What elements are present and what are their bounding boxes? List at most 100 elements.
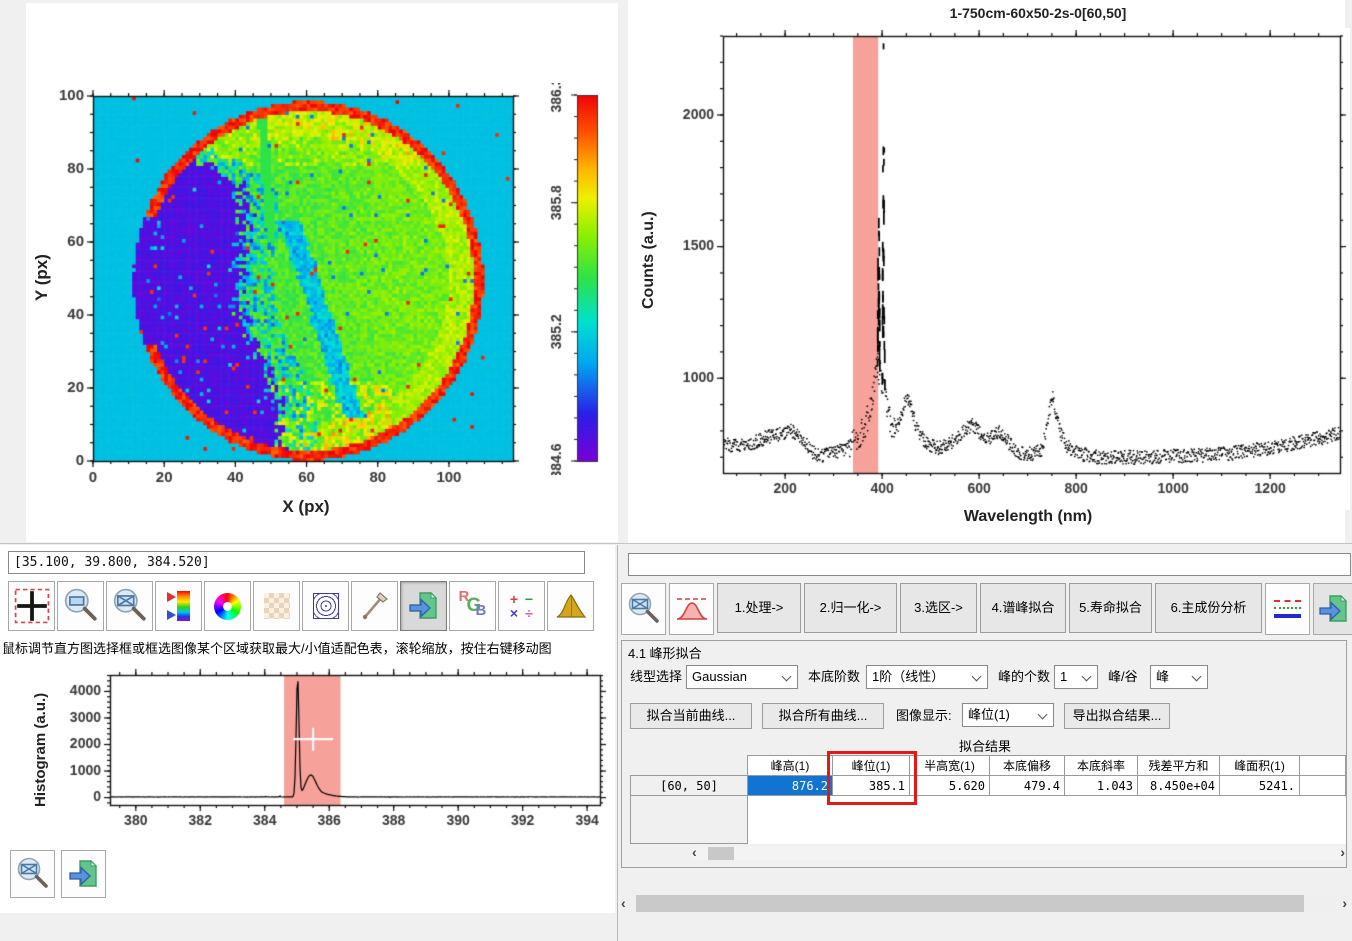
column-header[interactable]: 残差平方和 [1138, 756, 1220, 776]
peak-valley-select[interactable]: 峰 [1150, 665, 1208, 689]
zoom-region-icon [63, 588, 99, 624]
zoom-reset-button[interactable] [106, 581, 153, 631]
display-mode-select[interactable]: 峰位(1) [962, 703, 1054, 727]
toolbar-hint-text: 鼠标调节直方图选择框或框选图像某个区域获取最大/小值适配色表，滚轮缩放，按住右键… [2, 638, 614, 657]
section-title: 4.1 峰形拟合 [628, 643, 702, 662]
surface-3d-button[interactable] [547, 581, 594, 631]
display-mode-value: 峰位(1) [968, 707, 1010, 722]
app-window: Y (px) X (px) 1-750cm-60x50-2s-0[60,50] … [0, 0, 1352, 941]
panel-scrollbar[interactable]: ‹ › [621, 895, 1347, 912]
table-cell-empty [1300, 776, 1346, 796]
table-cell[interactable]: 5.620 [910, 776, 990, 796]
histogram-panel: [35.100, 39.800, 384.520] [0, 545, 615, 913]
chevron-down-icon [972, 672, 982, 682]
pattern-icon [313, 593, 339, 619]
table-cell[interactable]: 1.043 [1065, 776, 1138, 796]
zoom-region-button[interactable] [57, 581, 104, 631]
zoom-out-icon [16, 857, 50, 891]
column-header[interactable]: 本底斜率 [1065, 756, 1138, 776]
zoom-reset-button[interactable] [621, 583, 666, 635]
table-cell[interactable]: 8.450e+04 [1138, 776, 1220, 796]
column-header[interactable]: 峰面积(1) [1220, 756, 1300, 776]
peak-count-label: 峰的个数 [998, 665, 1050, 689]
results-title: 拟合结果 [622, 736, 1348, 755]
chevron-down-icon [1192, 672, 1202, 682]
spectrum-x-axis-label: Wavelength (nm) [878, 508, 1178, 526]
scroll-right-arrow[interactable]: › [1342, 896, 1347, 910]
colormap-button[interactable] [155, 581, 202, 631]
fit-readout [628, 553, 1351, 576]
spectrum-title: 1-750cm-60x50-2s-0[60,50] [778, 5, 1298, 21]
step-normalize-button[interactable]: 2.归一化-> [804, 583, 897, 633]
fit-results-table: 峰高(1) 峰位(1) 半高宽(1) 本底偏移 本底斜率 残差平方和 峰面积(1… [630, 755, 1346, 844]
zoom-out-icon [627, 592, 661, 626]
heatmap-y-axis-label: Y (px) [32, 178, 52, 378]
rgb-button[interactable]: RGB [449, 581, 496, 631]
texture-icon [264, 593, 290, 619]
step-pca-button[interactable]: 6.主成份分析 [1155, 583, 1262, 633]
export-button[interactable] [61, 850, 106, 898]
math-ops-button[interactable]: +−×÷ [498, 581, 545, 631]
chevron-down-icon [1082, 672, 1092, 682]
spectrum-canvas[interactable] [668, 28, 1350, 510]
fit-all-curves-button[interactable]: 拟合所有曲线... [762, 703, 884, 729]
step-peak-fit-button[interactable]: 4.谱峰拟合 [980, 583, 1066, 633]
step-process-button[interactable]: 1.处理-> [717, 583, 801, 633]
step-lifetime-fit-button[interactable]: 5.寿命拟合 [1069, 583, 1152, 633]
export-fit-results-button[interactable]: 导出拟合结果... [1064, 703, 1170, 729]
row-header-empty [631, 796, 748, 844]
table-cell[interactable]: 479.4 [990, 776, 1065, 796]
heatmap-canvas[interactable] [53, 88, 523, 506]
column-header[interactable]: 本底偏移 [990, 756, 1065, 776]
fit-current-curve-button[interactable]: 拟合当前曲线... [630, 703, 752, 729]
fit-panel: 1.处理-> 2.归一化-> 3.选区-> 4.谱峰拟合 5.寿命拟合 6.主成… [617, 545, 1352, 941]
export-image-button[interactable] [400, 581, 447, 631]
histogram-canvas[interactable] [55, 667, 615, 835]
curve-styles-icon [1274, 600, 1301, 618]
export-button[interactable] [1313, 583, 1352, 635]
scroll-left-arrow[interactable]: ‹ [692, 845, 697, 859]
line-type-select[interactable]: Gaussian [686, 665, 798, 689]
export-icon [407, 589, 441, 623]
heatmap-panel: Y (px) X (px) [26, 3, 618, 542]
baseline-order-value: 1阶（线性） [872, 669, 944, 684]
crosshair-tool-button[interactable] [8, 581, 55, 631]
column-header[interactable]: 峰高(1) [748, 756, 833, 776]
scroll-right-arrow[interactable]: › [1340, 845, 1345, 859]
measure-button[interactable] [351, 581, 398, 631]
row-header[interactable]: [60, 50] [631, 776, 748, 796]
rgb-icon: RGB [458, 591, 488, 621]
scrollbar-thumb[interactable] [636, 895, 1304, 912]
peak-fit-groupbox: 4.1 峰形拟合 线型选择 Gaussian 本底阶数 1阶（线性） 峰的个数 … [621, 640, 1347, 868]
curve-styles-button[interactable] [1265, 583, 1310, 635]
table-cell[interactable]: 5241. [1220, 776, 1300, 796]
texture-button[interactable] [253, 581, 300, 631]
peak-count-select[interactable]: 1 [1054, 665, 1098, 689]
annotation-red-box [827, 751, 917, 805]
scroll-left-arrow[interactable]: ‹ [621, 896, 626, 910]
column-header[interactable]: 半高宽(1) [910, 756, 990, 776]
baseline-order-label: 本底阶数 [808, 665, 860, 689]
colorbar[interactable] [539, 83, 603, 475]
histogram-y-axis-label: Histogram (a.u.) [32, 675, 49, 825]
image-toolbar: RGB +−×÷ [8, 581, 594, 631]
peak-fit-icon [675, 594, 709, 624]
peak-fit-tool-button[interactable] [669, 583, 714, 635]
zoom-out-icon [112, 588, 148, 624]
scrollbar-thumb[interactable] [708, 847, 734, 860]
peak-valley-value: 峰 [1156, 669, 1169, 684]
spectrum-panel: 1-750cm-60x50-2s-0[60,50] Counts (a.u.) … [628, 0, 1345, 543]
histogram-toolbar [10, 850, 106, 898]
chevron-down-icon [782, 672, 792, 682]
table-cell-selected[interactable]: 876.2 [748, 776, 833, 796]
table-scrollbar[interactable]: ‹ › [692, 847, 1345, 860]
math-ops-icon: +−×÷ [507, 592, 537, 620]
table-corner [631, 756, 748, 776]
step-select-region-button[interactable]: 3.选区-> [900, 583, 977, 633]
baseline-order-select[interactable]: 1阶（线性） [866, 665, 988, 689]
color-wheel-button[interactable] [204, 581, 251, 631]
zoom-reset-button[interactable] [10, 850, 55, 898]
pattern-button[interactable] [302, 581, 349, 631]
cursor-readout: [35.100, 39.800, 384.520] [8, 551, 585, 574]
analysis-toolbar: 1.处理-> 2.归一化-> 3.选区-> 4.谱峰拟合 5.寿命拟合 6.主成… [621, 583, 1352, 635]
